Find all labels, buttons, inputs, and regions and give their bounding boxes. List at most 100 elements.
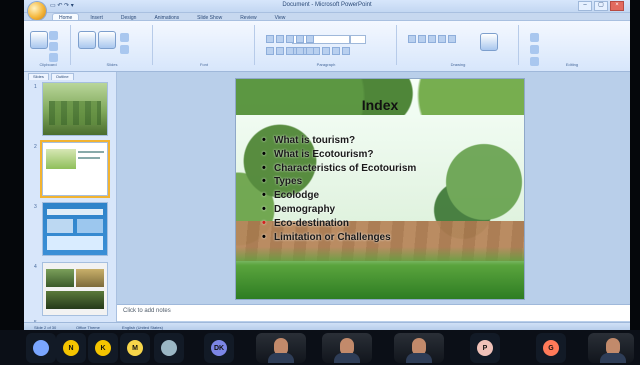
shape-rectangle-icon[interactable] xyxy=(408,35,416,43)
thumbnail-image xyxy=(46,291,104,309)
shape-oval-icon[interactable] xyxy=(418,35,426,43)
drawing-label: Drawing xyxy=(450,62,466,67)
grass-decoration xyxy=(236,247,524,299)
window-controls: – ▢ × xyxy=(578,1,624,11)
clipboard-group: Clipboard xyxy=(26,25,71,67)
participant-avatar: P xyxy=(477,340,493,356)
bullet-item: Eco-destination xyxy=(262,217,416,229)
find-icon xyxy=(530,33,539,42)
thumbnail-image xyxy=(77,219,103,233)
clipboard-label: Clipboard xyxy=(39,62,57,67)
thumbnail-text-line xyxy=(78,157,100,159)
participant-shirt xyxy=(268,353,294,363)
participant-tile[interactable]: M xyxy=(120,333,150,363)
slide-number: 4 xyxy=(34,264,37,270)
thumbnail-image xyxy=(46,149,76,169)
participant-video[interactable] xyxy=(588,333,634,363)
align-center-icon[interactable] xyxy=(276,47,284,55)
decrease-indent-icon[interactable] xyxy=(286,35,294,43)
participant-avatar: N xyxy=(63,340,79,356)
format-painter-button[interactable] xyxy=(49,53,58,62)
notes-pane[interactable]: Click to add notes xyxy=(117,304,630,321)
copy-button[interactable] xyxy=(49,42,58,51)
cut-button[interactable] xyxy=(49,31,58,40)
align-left-icon[interactable] xyxy=(266,47,274,55)
font-group: Font xyxy=(154,25,366,67)
find-button[interactable] xyxy=(530,33,539,42)
delete-button[interactable] xyxy=(120,45,129,54)
shapes-row xyxy=(408,35,456,43)
participant-avatar: K xyxy=(95,340,111,356)
pane-tabs: Slides Outline xyxy=(28,73,74,80)
video-meeting-bar: N K M DK P G xyxy=(0,330,640,365)
slides-tab[interactable]: Slides xyxy=(28,73,49,80)
line-spacing-icon[interactable] xyxy=(306,35,314,43)
participant-tile[interactable]: P xyxy=(470,333,500,363)
paste-icon[interactable] xyxy=(30,31,48,49)
slide-title[interactable]: Index xyxy=(236,97,524,113)
title-bar: ▭ ↶ ↷ ▾ Document - Microsoft PowerPoint … xyxy=(24,0,630,20)
editing-group: Editing xyxy=(520,25,624,67)
participant-avatar xyxy=(33,340,49,356)
close-button[interactable]: × xyxy=(610,1,624,11)
bullet-item: Ecolodge xyxy=(262,189,416,201)
paragraph-buttons-row2 xyxy=(266,47,314,55)
participant-video[interactable] xyxy=(256,333,306,363)
copy-icon xyxy=(49,42,58,51)
index-bullet-list[interactable]: What is tourism? What is Ecotourism? Cha… xyxy=(262,134,416,245)
paragraph-group: Paragraph xyxy=(256,25,397,67)
slide-thumbnail-2[interactable] xyxy=(40,140,110,198)
current-slide[interactable]: Index What is tourism? What is Ecotouris… xyxy=(235,78,525,300)
participant-avatar: G xyxy=(543,340,559,356)
new-slide-icon[interactable] xyxy=(78,31,96,49)
bullet-item: What is Ecotourism? xyxy=(262,148,416,160)
format-painter-icon xyxy=(49,53,58,62)
maximize-button[interactable]: ▢ xyxy=(594,1,608,11)
participant-tile[interactable] xyxy=(26,333,56,363)
participant-avatar: M xyxy=(127,340,143,356)
participant-tile[interactable]: DK xyxy=(204,333,234,363)
align-right-icon[interactable] xyxy=(286,47,294,55)
shape-arrow-icon[interactable] xyxy=(438,35,446,43)
slide-thumbnail-4[interactable] xyxy=(42,262,108,316)
slides-group: Slides xyxy=(72,25,153,67)
increase-indent-icon[interactable] xyxy=(296,35,304,43)
justify-icon[interactable] xyxy=(296,47,304,55)
participant-tile[interactable]: G xyxy=(536,333,566,363)
bullet-item: Limitation or Challenges xyxy=(262,231,416,243)
slide-thumbnail-1[interactable] xyxy=(42,82,108,136)
slide-editor-area: Index What is tourism? What is Ecotouris… xyxy=(117,72,630,322)
replace-button[interactable] xyxy=(530,45,539,54)
ribbon: Clipboard Slides Font Paragraph Drawing … xyxy=(24,20,630,72)
participant-video[interactable] xyxy=(322,333,372,363)
shape-line-icon[interactable] xyxy=(428,35,436,43)
participant-tile[interactable]: N xyxy=(56,333,86,363)
cut-icon xyxy=(49,31,58,40)
participant-shirt xyxy=(600,353,626,363)
bullets-icon[interactable] xyxy=(266,35,274,43)
participant-avatar: DK xyxy=(211,340,227,356)
thumbnail-image xyxy=(47,236,103,250)
thumbnail-image xyxy=(76,269,104,287)
status-bar: Slide 2 of 30 Office Theme English (Unit… xyxy=(24,322,630,330)
font-label: Font xyxy=(199,62,208,67)
drawing-group: Drawing xyxy=(398,25,519,67)
shape-more-icon[interactable] xyxy=(448,35,456,43)
participant-shirt xyxy=(334,353,360,363)
layout-icon[interactable] xyxy=(98,31,116,49)
slides-label: Slides xyxy=(106,62,118,67)
quick-styles-icon[interactable] xyxy=(480,33,498,51)
screenshot-frame: ▭ ↶ ↷ ▾ Document - Microsoft PowerPoint … xyxy=(0,0,640,365)
bullet-item: Characteristics of Ecotourism xyxy=(262,162,416,174)
notes-placeholder: Click to add notes xyxy=(123,308,171,314)
outline-tab[interactable]: Outline xyxy=(50,73,74,80)
reset-button[interactable] xyxy=(120,33,129,42)
participant-tile[interactable] xyxy=(154,333,184,363)
participant-video[interactable] xyxy=(394,333,444,363)
numbering-icon[interactable] xyxy=(276,35,284,43)
slide-thumbnail-3[interactable] xyxy=(42,202,108,256)
participant-tile[interactable]: K xyxy=(88,333,118,363)
window-title: Document - Microsoft PowerPoint xyxy=(282,2,372,8)
minimize-button[interactable]: – xyxy=(578,1,592,11)
columns-icon[interactable] xyxy=(306,47,314,55)
